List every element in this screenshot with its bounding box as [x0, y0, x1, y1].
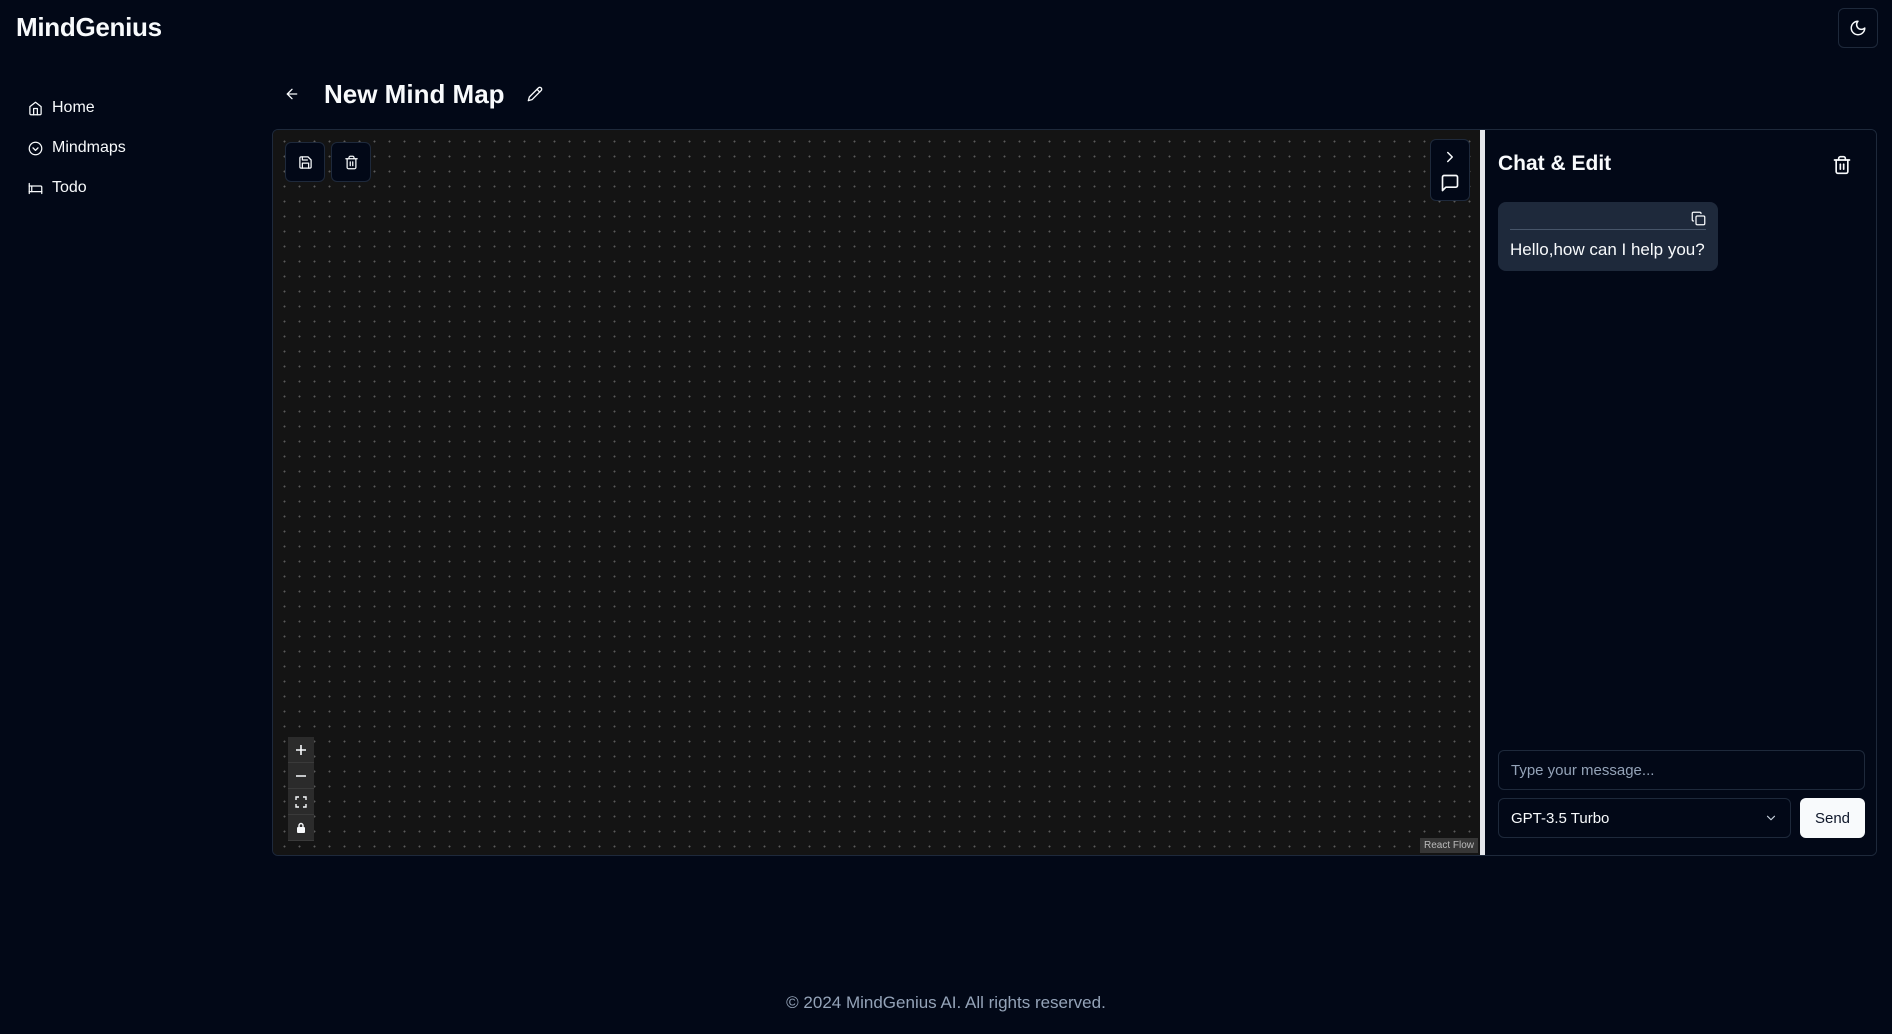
sidebar-item-todo[interactable]: Todo — [28, 168, 248, 208]
message-toolbar — [1510, 208, 1706, 230]
model-select-value: GPT-3.5 Turbo — [1511, 809, 1610, 827]
chat-message-text: Hello,how can I help you? — [1510, 240, 1705, 259]
bed-icon — [28, 182, 43, 194]
fit-view-button[interactable] — [288, 789, 314, 815]
chat-panel: Chat & Edit Hello,how can I help you? GP… — [1485, 130, 1876, 855]
canvas-toolbar — [285, 142, 371, 182]
lock-icon — [297, 822, 305, 833]
chevron-down-icon — [1766, 815, 1776, 821]
fit-view-icon — [295, 795, 307, 808]
delete-map-button[interactable] — [331, 142, 371, 182]
sidebar-item-label: Home — [52, 99, 95, 116]
sidebar-item-mindmaps[interactable]: Mindmaps — [28, 128, 248, 168]
mindmap-canvas[interactable]: React Flow — [273, 130, 1480, 855]
copy-icon — [1691, 211, 1706, 226]
editor-panel: React Flow Chat & Edit Hello,how can I h… — [272, 129, 1877, 856]
trash-icon — [344, 155, 358, 169]
app-root: MindGenius Home Mindmaps Todo New Mind M… — [0, 0, 1892, 1034]
zoom-in-button[interactable] — [288, 737, 314, 763]
plus-icon — [296, 744, 306, 755]
home-icon — [29, 101, 42, 115]
moon-icon — [1850, 20, 1866, 36]
lock-button[interactable] — [288, 815, 314, 841]
save-icon — [298, 155, 312, 169]
brand-logo[interactable]: MindGenius — [16, 12, 162, 43]
react-flow-attribution[interactable]: React Flow — [1419, 838, 1478, 853]
minus-icon — [296, 774, 306, 777]
circle-chevron-icon — [28, 141, 43, 155]
chat-message: Hello,how can I help you? — [1498, 202, 1718, 271]
zoom-out-button[interactable] — [288, 763, 314, 789]
sidebar-item-label: Todo — [52, 179, 87, 196]
trash-icon — [1833, 155, 1851, 175]
edit-title-button[interactable] — [525, 84, 545, 104]
page-title: New Mind Map — [324, 78, 505, 109]
sidebar-item-home[interactable]: Home — [28, 88, 248, 128]
chat-message-input[interactable] — [1498, 750, 1865, 790]
send-button[interactable]: Send — [1800, 798, 1865, 838]
theme-toggle-button[interactable] — [1838, 8, 1878, 48]
save-button[interactable] — [285, 142, 325, 182]
clear-chat-button[interactable] — [1830, 152, 1854, 178]
footer-copyright: © 2024 MindGenius AI. All rights reserve… — [786, 993, 1106, 1012]
copy-button[interactable] — [1691, 211, 1706, 226]
arrow-left-icon — [286, 88, 298, 100]
chevron-right-icon — [1447, 151, 1453, 162]
sidebar: Home Mindmaps Todo — [28, 88, 248, 208]
pencil-icon — [527, 86, 542, 102]
message-square-icon — [1441, 174, 1459, 191]
zoom-controls — [288, 737, 314, 841]
sidebar-item-label: Mindmaps — [52, 139, 126, 156]
page-header: New Mind Map — [282, 74, 545, 114]
model-select[interactable]: GPT-3.5 Turbo — [1498, 798, 1791, 838]
back-button[interactable] — [282, 84, 302, 104]
chat-title: Chat & Edit — [1498, 152, 1612, 175]
chat-panel-toggle[interactable] — [1430, 139, 1470, 201]
